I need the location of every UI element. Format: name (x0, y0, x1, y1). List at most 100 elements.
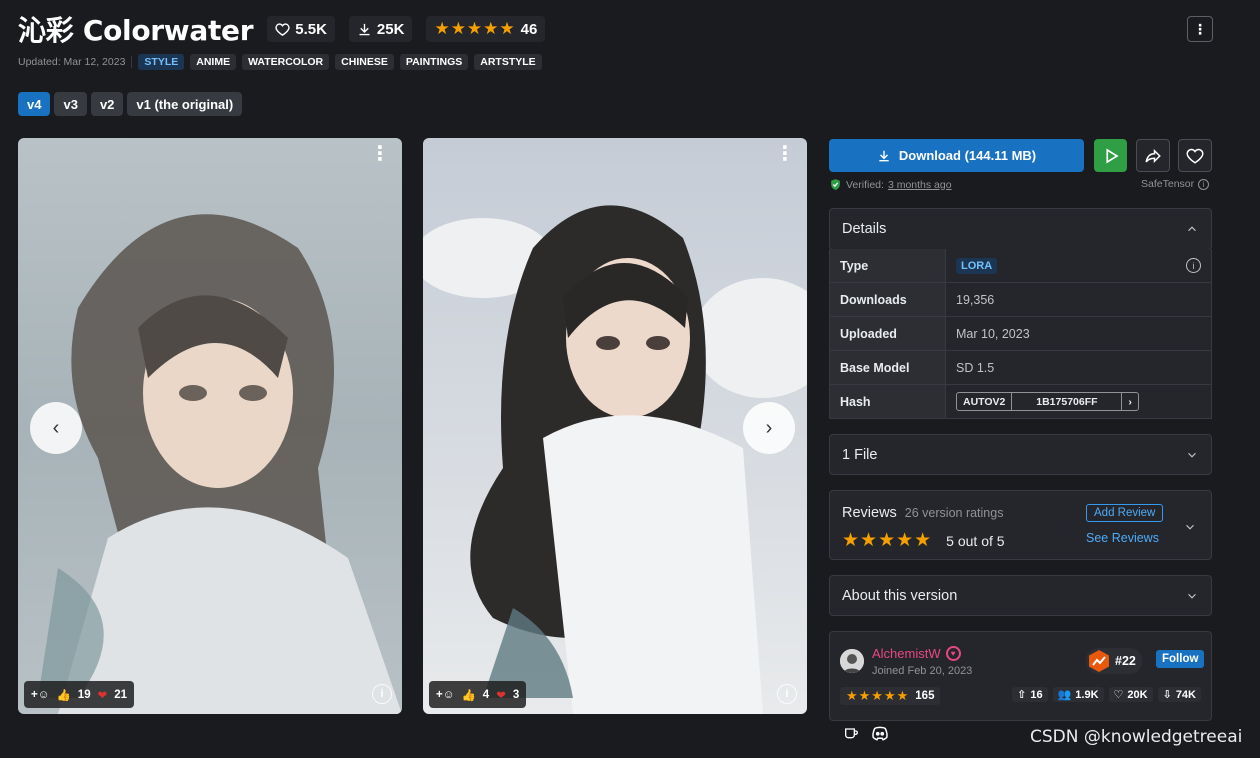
safetensor-text: SafeTensor (1141, 178, 1195, 190)
about-panel[interactable]: About this version (829, 575, 1212, 616)
coffee-cup-icon[interactable] (843, 725, 859, 741)
image-info-icon[interactable]: i (777, 684, 797, 704)
about-title: About this version (842, 588, 958, 604)
chevron-right-icon[interactable]: › (1122, 393, 1138, 410)
share-icon (1145, 148, 1161, 163)
downloads-value: 19,356 (956, 292, 995, 307)
heart-reaction-icon: ❤ (496, 689, 506, 702)
details-row-base-model: Base Model SD 1.5 (829, 351, 1212, 385)
favorites-stat: ♡ 20K (1108, 687, 1153, 702)
details-panel: Details (829, 208, 1212, 250)
files-title: 1 File (842, 447, 878, 463)
rating-stat[interactable]: ★★★★★ 46 (426, 16, 546, 42)
uploads-stat: ⇧ 16 (1012, 687, 1048, 702)
creator-name[interactable]: AlchemistW (872, 646, 941, 661)
likes-stat[interactable]: 5.5K (267, 16, 335, 42)
creator-stars: ★★★★★ (846, 688, 910, 703)
thumbs-up-icon: 👍 (56, 689, 71, 702)
tag-anime[interactable]: ANIME (190, 53, 237, 70)
review-score-text: 5 out of 5 (946, 532, 1005, 549)
creator-name-row[interactable]: AlchemistW ♥ (872, 646, 961, 661)
safetensor-label: SafeTensor i (1141, 178, 1210, 190)
reviews-count: 26 version ratings (904, 506, 1004, 520)
downloads-stat: 25K (348, 16, 413, 42)
see-reviews-link[interactable]: See Reviews (1086, 531, 1159, 545)
creator-card: AlchemistW ♥ Joined Feb 20, 2023 #22 Fol… (829, 631, 1212, 721)
details-row-uploaded: Uploaded Mar 10, 2023 (829, 317, 1212, 351)
follow-button[interactable]: Follow (1156, 650, 1205, 668)
version-tab-v2[interactable]: v2 (90, 92, 124, 116)
reviews-panel: Reviews 26 version ratings ★★★★★ 5 out o… (829, 490, 1212, 560)
version-tab-v1[interactable]: v1 (the original) (127, 92, 243, 116)
type-badge: LORA (956, 257, 998, 274)
heart-icon: ♡ (1113, 689, 1124, 701)
favorites-count: 20K (1127, 688, 1148, 701)
avatar[interactable] (840, 649, 864, 673)
hash-text[interactable]: 1B175706FF (1012, 393, 1123, 410)
version-tabs: v4 v3 v2 v1 (the original) (18, 92, 243, 116)
heart-count: 21 (114, 688, 128, 701)
favorite-button[interactable] (1178, 139, 1212, 172)
reviews-title: Reviews (842, 505, 897, 521)
next-image-button[interactable]: › (743, 402, 795, 454)
type-value: LORA i (946, 249, 1211, 282)
gallery-image-1[interactable]: ⋮ ‹ +☺ 👍 19 ❤ 21 i (18, 138, 402, 714)
add-reaction-icon[interactable]: +☺ (436, 689, 454, 701)
download-button[interactable]: Download (144.11 MB) (829, 139, 1084, 172)
tag-watercolor[interactable]: WATERCOLOR (242, 53, 330, 70)
followers-stat: 👥 1.9K (1052, 687, 1104, 702)
run-button[interactable] (1094, 139, 1127, 172)
gallery-image-2[interactable]: ⋮ › +☺ 👍 4 ❤ 3 i (423, 138, 807, 714)
heart-icon (275, 22, 290, 36)
details-title: Details (842, 221, 887, 237)
tag-artstyle[interactable]: ARTSTYLE (474, 53, 542, 70)
chevron-down-icon (1188, 452, 1196, 458)
type-key: Type (830, 249, 946, 282)
heart-reaction-icon: ❤ (97, 689, 108, 702)
share-button[interactable] (1136, 139, 1170, 172)
rating-stars: ★★★★★ (434, 19, 516, 38)
details-header[interactable]: Details (830, 209, 1211, 249)
tag-chinese[interactable]: CHINESE (335, 53, 394, 70)
more-options-button[interactable]: ⋮ (1187, 16, 1213, 42)
creator-badge-icon: ♥ (945, 646, 961, 661)
about-header[interactable]: About this version (830, 576, 1211, 616)
tag-paintings[interactable]: PAINTINGS (399, 53, 469, 70)
verified-prefix: Verified: (846, 178, 884, 191)
version-tab-v3[interactable]: v3 (54, 92, 87, 116)
tag-style[interactable]: STYLE (138, 53, 185, 70)
image-info-icon[interactable]: i (372, 684, 392, 704)
rank-number: #22 (1115, 654, 1136, 668)
verified-time-link[interactable]: 3 months ago (888, 179, 952, 191)
image-menu-icon[interactable]: ⋮ (370, 144, 390, 164)
download-icon (359, 23, 370, 35)
info-icon[interactable]: i (1198, 178, 1210, 190)
base-model-value: SD 1.5 (956, 360, 995, 375)
hash-algo[interactable]: AUTOV2 (957, 393, 1013, 410)
uploads-count: 16 (1030, 688, 1043, 701)
version-tab-v4[interactable]: v4 (18, 92, 51, 116)
info-icon[interactable]: i (1186, 258, 1201, 273)
meta-row: Updated: Mar 12, 2023 STYLE ANIME WATERC… (18, 53, 542, 70)
users-icon: 👥 (1057, 689, 1072, 701)
chevron-down-icon[interactable] (1183, 520, 1197, 534)
discord-icon[interactable] (871, 725, 889, 741)
uploaded-value: Mar 10, 2023 (956, 326, 1030, 341)
add-reaction-icon[interactable]: +☺ (31, 689, 49, 701)
chevron-down-icon (1188, 593, 1196, 599)
reviews-heading: Reviews 26 version ratings (842, 505, 1003, 521)
files-header[interactable]: 1 File (830, 435, 1211, 475)
add-review-button[interactable]: Add Review (1086, 504, 1164, 522)
shield-check-icon (831, 179, 840, 190)
prev-image-button[interactable]: ‹ (30, 402, 82, 454)
like-count: 4 (482, 688, 490, 701)
files-panel[interactable]: 1 File (829, 434, 1212, 475)
updated-date: Updated: Mar 12, 2023 (18, 55, 133, 68)
hash-box[interactable]: AUTOV2 1B175706FF › (956, 392, 1139, 411)
image-reactions[interactable]: +☺ 👍 19 ❤ 21 (24, 681, 135, 708)
image-menu-icon[interactable]: ⋮ (775, 144, 795, 164)
downloads-stat: ⇩ 74K (1157, 687, 1201, 702)
hash-key: Hash (830, 385, 946, 418)
details-row-downloads: Downloads 19,356 (829, 283, 1212, 317)
image-reactions[interactable]: +☺ 👍 4 ❤ 3 (429, 681, 527, 708)
